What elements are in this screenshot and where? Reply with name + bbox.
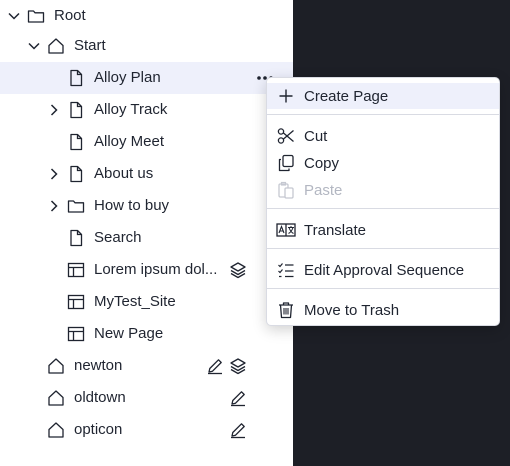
context-menu: Create Page Cut Copy Paste Translate Edi… (266, 77, 500, 326)
paste-icon (276, 180, 296, 200)
tree-node-label: How to buy (94, 197, 170, 214)
layout-icon (66, 324, 86, 344)
tree-node-label: Lorem ipsum dol... (94, 261, 218, 278)
menu-item-copy[interactable]: Copy (267, 150, 499, 176)
tree-node-label: Start (74, 37, 106, 54)
tree-node-label: Root (54, 7, 86, 24)
tree-node-opticon[interactable]: opticon (0, 414, 293, 446)
tree-node-alloy-plan[interactable]: Alloy Plan (0, 62, 293, 94)
menu-divider (267, 288, 499, 289)
chevron-right-icon[interactable] (44, 164, 64, 184)
home-icon (46, 420, 66, 440)
tree-node-label: About us (94, 165, 154, 182)
layout-icon (66, 292, 86, 312)
tree-node-root[interactable]: Root (0, 0, 293, 32)
scissors-icon (276, 126, 296, 146)
menu-item-label: Paste (304, 182, 343, 199)
tree-node-mytest-site[interactable]: MyTest_Site (0, 286, 293, 318)
tree-node-about-us[interactable]: About us (0, 158, 293, 190)
chevron-right-icon[interactable] (44, 100, 64, 120)
menu-item-label: Move to Trash (304, 302, 400, 319)
tree-node-label: Alloy Plan (94, 69, 161, 86)
page-icon (66, 68, 86, 88)
tree-node-label: oldtown (74, 389, 126, 406)
tree-node-label: Search (94, 229, 142, 246)
page-icon (66, 164, 86, 184)
tree-node-label: opticon (74, 421, 123, 438)
tree-node-alloy-meet[interactable]: Alloy Meet (0, 126, 293, 158)
menu-divider (267, 208, 499, 209)
home-icon (46, 36, 66, 56)
pencil-icon[interactable] (205, 356, 225, 376)
menu-item-label: Cut (304, 128, 328, 145)
tree-node-newton[interactable]: newton (0, 350, 293, 382)
folder-icon (66, 196, 86, 216)
page-icon (66, 100, 86, 120)
menu-divider (267, 248, 499, 249)
tree-node-how-to-buy[interactable]: How to buy (0, 190, 293, 222)
home-icon (46, 356, 66, 376)
page-icon (66, 132, 86, 152)
page-icon (66, 228, 86, 248)
plus-icon (276, 86, 296, 106)
menu-item-create-page[interactable]: Create Page (267, 83, 499, 109)
pencil-icon[interactable] (228, 388, 248, 408)
tree-node-label: Alloy Track (94, 101, 168, 118)
chevron-down-icon[interactable] (4, 6, 24, 26)
tree-node-oldtown[interactable]: oldtown (0, 382, 293, 414)
copy-icon (276, 153, 296, 173)
layers-icon[interactable] (228, 260, 248, 280)
chevron-right-icon[interactable] (44, 196, 64, 216)
layout-icon (66, 260, 86, 280)
tree-node-new-page[interactable]: New Page (0, 318, 293, 350)
menu-item-label: Translate (304, 222, 366, 239)
tree-node-label: newton (74, 357, 123, 374)
tree-node-search[interactable]: Search (0, 222, 293, 254)
menu-item-label: Create Page (304, 88, 389, 105)
tree-node-label: Alloy Meet (94, 133, 165, 150)
trash-icon (276, 300, 296, 320)
menu-divider (267, 114, 499, 115)
menu-item-edit-approval-sequence[interactable]: Edit Approval Sequence (267, 257, 499, 283)
translate-icon (276, 220, 296, 240)
menu-item-move-to-trash[interactable]: Move to Trash (267, 297, 499, 323)
tree-node-label: MyTest_Site (94, 293, 176, 310)
menu-item-label: Edit Approval Sequence (304, 262, 465, 279)
page-tree: Root Start Alloy Plan Alloy Track Alloy … (0, 0, 293, 466)
menu-item-label: Copy (304, 155, 340, 172)
menu-item-translate[interactable]: Translate (267, 217, 499, 243)
tree-node-start[interactable]: Start (0, 30, 293, 62)
tree-node-label: New Page (94, 325, 164, 342)
checklist-icon (276, 260, 296, 280)
layers-icon[interactable] (228, 356, 248, 376)
pencil-icon[interactable] (228, 420, 248, 440)
menu-item-cut[interactable]: Cut (267, 123, 499, 149)
home-icon (46, 388, 66, 408)
tree-node-lorem-ipsum[interactable]: Lorem ipsum dol... (0, 254, 293, 286)
folder-icon (26, 6, 46, 26)
menu-item-paste[interactable]: Paste (267, 177, 499, 203)
chevron-down-icon[interactable] (24, 36, 44, 56)
tree-node-alloy-track[interactable]: Alloy Track (0, 94, 293, 126)
